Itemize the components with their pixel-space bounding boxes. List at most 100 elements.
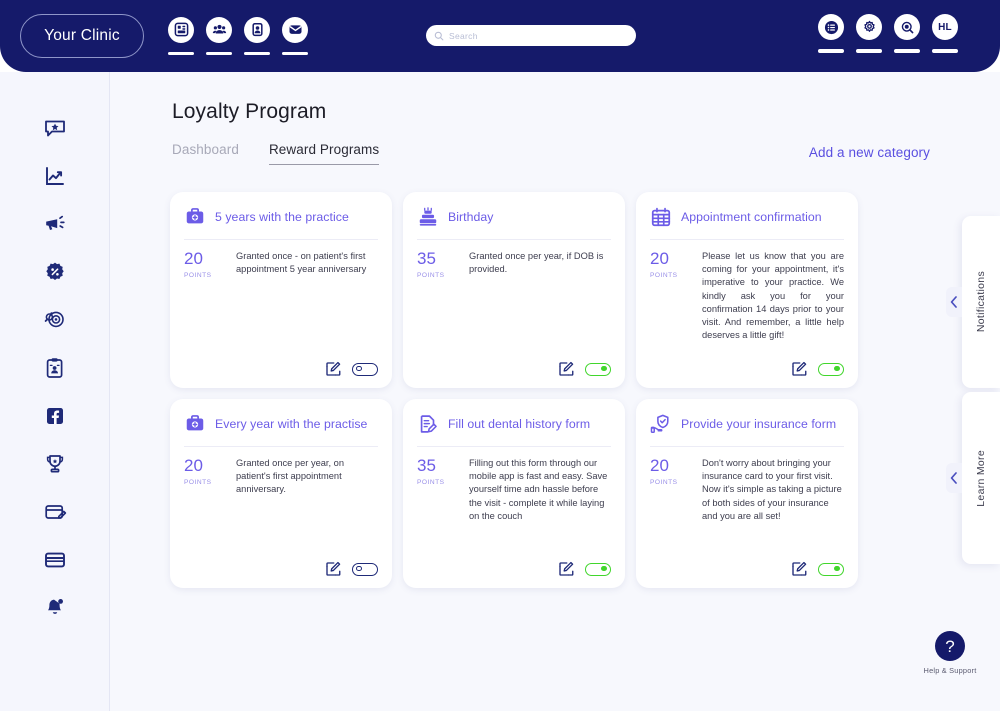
tab-reward-programs[interactable]: Reward Programs xyxy=(268,142,380,165)
nav-underline xyxy=(894,49,920,53)
reward-card[interactable]: Every year with the practise 20 POINTS G… xyxy=(170,399,392,588)
sidebar-item-analytics[interactable] xyxy=(0,152,109,200)
side-panel-learn-more[interactable]: Learn More xyxy=(946,392,1000,564)
tab-dashboard[interactable]: Dashboard xyxy=(172,142,239,165)
edit-icon[interactable] xyxy=(557,360,575,378)
sidebar-item-loyalty[interactable] xyxy=(0,440,109,488)
megaphone-icon xyxy=(45,215,65,230)
chevron-left-icon[interactable] xyxy=(946,287,962,317)
trophy-loyalty-icon xyxy=(46,455,63,473)
side-panel-notifications[interactable]: Notifications xyxy=(946,216,1000,388)
card-description: Filling out this form through our mobile… xyxy=(469,458,608,521)
card-divider xyxy=(184,239,378,240)
form-pencil-icon xyxy=(420,415,437,433)
enable-toggle[interactable] xyxy=(818,562,844,576)
points-block: 35 POINTS xyxy=(417,456,459,552)
avatar: HL xyxy=(932,14,958,40)
help-support-label: Help & Support xyxy=(923,666,977,675)
nav-underline xyxy=(244,51,270,56)
reward-card[interactable]: Appointment confirmation 20 POINTS Pleas… xyxy=(636,192,858,388)
page-title: Loyalty Program xyxy=(172,100,327,123)
nav-item-messages[interactable] xyxy=(282,16,308,56)
search-input[interactable]: Search xyxy=(426,25,636,46)
points-block: 20 POINTS xyxy=(650,249,692,352)
card-title: Every year with the practise xyxy=(215,416,368,431)
sidebar-item-facebook[interactable] xyxy=(0,392,109,440)
card-divider xyxy=(417,446,611,447)
medical-bag-icon xyxy=(186,415,204,431)
sidebar-item-reach[interactable] xyxy=(0,296,109,344)
nav-item-patients[interactable] xyxy=(206,16,232,56)
nav-item-dashboard[interactable] xyxy=(168,16,194,56)
points-block: 20 POINTS xyxy=(184,249,226,352)
card-footer xyxy=(417,560,611,578)
analytics-chart-icon xyxy=(45,167,64,185)
sidebar-item-notifications[interactable] xyxy=(0,584,109,632)
edit-icon[interactable] xyxy=(324,560,342,578)
nav-item-contacts[interactable] xyxy=(244,16,270,56)
magnifier-icon xyxy=(894,14,920,40)
top-header: Your Clinic Search HL xyxy=(0,0,1000,72)
messages-envelope-icon xyxy=(282,16,308,43)
points-block: 20 POINTS xyxy=(650,456,692,552)
nav-underline xyxy=(856,49,882,53)
card-footer xyxy=(184,360,378,378)
toggle-knob xyxy=(834,365,840,372)
card-description: Granted once per year, on patient's firs… xyxy=(236,458,345,495)
enable-toggle[interactable] xyxy=(585,562,611,576)
contact-card-icon xyxy=(244,16,270,43)
nav-item-search[interactable] xyxy=(894,14,920,53)
add-category-link[interactable]: Add a new category xyxy=(809,145,930,160)
enable-toggle[interactable] xyxy=(585,362,611,376)
edit-icon[interactable] xyxy=(557,560,575,578)
reward-card[interactable]: Provide your insurance form 20 POINTS Do… xyxy=(636,399,858,588)
card-title: Fill out dental history form xyxy=(448,416,591,431)
sidebar-item-card-edit[interactable] xyxy=(0,488,109,536)
points-label: POINTS xyxy=(417,478,445,486)
reward-card[interactable]: Fill out dental history form 35 POINTS F… xyxy=(403,399,625,588)
card-description: Don't worry about bringing your insuranc… xyxy=(702,458,842,521)
search-icon xyxy=(434,31,444,40)
edit-icon[interactable] xyxy=(790,360,808,378)
nav-item-settings[interactable] xyxy=(856,14,882,53)
search-placeholder: Search xyxy=(449,30,478,41)
nav-underline xyxy=(818,49,844,53)
points-label: POINTS xyxy=(650,271,678,279)
patients-group-icon xyxy=(206,16,232,43)
enable-toggle[interactable] xyxy=(352,562,378,576)
header-right-icons: HL xyxy=(818,14,958,53)
card-footer xyxy=(650,360,844,378)
sidebar-item-payments[interactable] xyxy=(0,536,109,584)
nav-item-list[interactable] xyxy=(818,14,844,53)
chevron-left-icon[interactable] xyxy=(946,463,962,493)
card-body: 35 POINTS Granted once per year, if DOB … xyxy=(417,249,611,352)
enable-toggle[interactable] xyxy=(818,362,844,376)
edit-icon[interactable] xyxy=(324,360,342,378)
sidebar-item-offers[interactable] xyxy=(0,248,109,296)
sidebar-item-forms[interactable] xyxy=(0,344,109,392)
main-content: Loyalty Program Dashboard Reward Program… xyxy=(110,72,1000,711)
points-block: 35 POINTS xyxy=(417,249,459,352)
reward-card[interactable]: 5 years with the practice 20 POINTS Gran… xyxy=(170,192,392,388)
sidebar-item-campaigns[interactable] xyxy=(0,200,109,248)
help-support-widget[interactable]: ? Help & Support xyxy=(910,631,990,675)
clipboard-patient-icon xyxy=(46,358,62,378)
reward-card[interactable]: Birthday 35 POINTS Granted once per year… xyxy=(403,192,625,388)
sidebar-item-reviews[interactable] xyxy=(0,104,109,152)
dashboard-grid-icon xyxy=(168,16,194,43)
question-mark-icon[interactable]: ? xyxy=(935,631,965,661)
toggle-knob xyxy=(601,365,607,372)
nav-item-account[interactable]: HL xyxy=(932,14,958,53)
brand-logo[interactable]: Your Clinic xyxy=(20,14,144,58)
card-description: Please let us know that you are coming f… xyxy=(702,251,844,341)
side-panel-label: Learn More xyxy=(975,449,987,507)
card-edit-icon xyxy=(44,505,66,519)
enable-toggle[interactable] xyxy=(352,362,378,376)
nav-underline xyxy=(206,51,232,56)
avatar-initials: HL xyxy=(938,21,952,33)
points-value: 20 xyxy=(184,456,203,475)
toggle-knob xyxy=(356,565,362,572)
toggle-knob xyxy=(356,365,362,372)
card-body: 20 POINTS Please let us know that you ar… xyxy=(650,249,844,352)
edit-icon[interactable] xyxy=(790,560,808,578)
